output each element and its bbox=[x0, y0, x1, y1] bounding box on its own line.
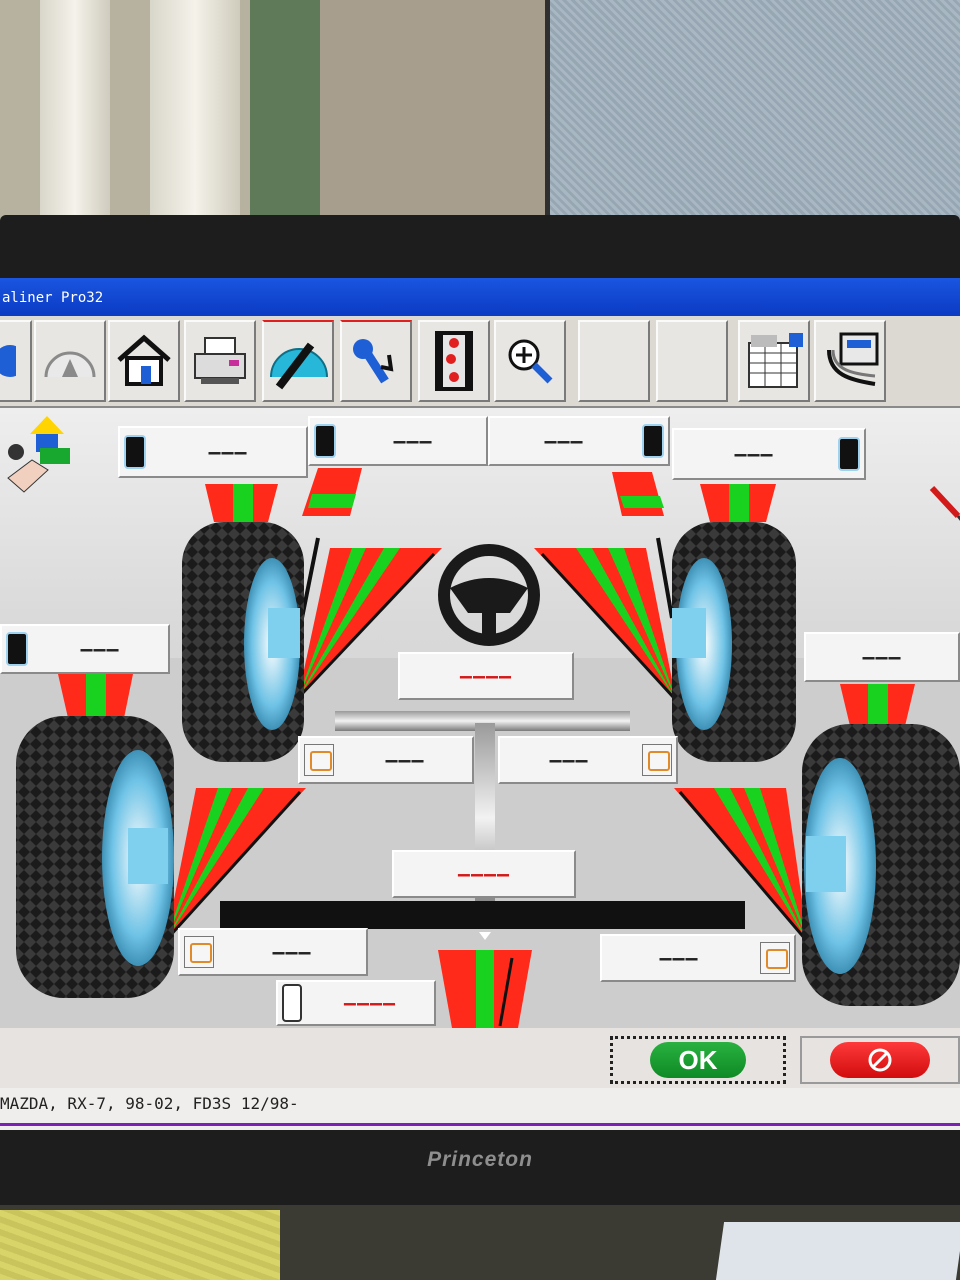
suspension-icon bbox=[184, 936, 214, 968]
ok-button-label: OK bbox=[650, 1042, 746, 1078]
front-left-caster-panel: ——— bbox=[308, 416, 488, 466]
title-bar: aliner Pro32 bbox=[0, 278, 960, 316]
window bbox=[550, 0, 960, 230]
rear-total-toe-value: ———— bbox=[457, 862, 511, 886]
help-icon bbox=[0, 345, 16, 377]
alignment-diagram bbox=[0, 416, 960, 1028]
suspension-icon bbox=[760, 942, 790, 974]
vehicle-icon bbox=[282, 984, 302, 1022]
gauge-icon bbox=[44, 351, 96, 378]
window-title: aliner Pro32 bbox=[2, 290, 104, 306]
rear-right-toe-value: ——— bbox=[659, 946, 699, 970]
front-left-toe-panel: ——— bbox=[298, 736, 474, 784]
suspension-icon bbox=[642, 744, 672, 776]
front-right-camber-panel: ——— bbox=[672, 428, 866, 480]
front-right-wheel-icon bbox=[672, 522, 796, 762]
front-right-camber-gauge bbox=[700, 484, 776, 522]
protractor-icon bbox=[270, 342, 328, 390]
film-icon bbox=[435, 331, 473, 391]
paper bbox=[715, 1222, 960, 1280]
rear-axle bbox=[220, 901, 745, 929]
angle-button[interactable] bbox=[262, 320, 334, 402]
front-left-camber-value: ——— bbox=[208, 440, 248, 464]
cancel-pill bbox=[830, 1042, 930, 1078]
home-button[interactable] bbox=[108, 320, 180, 402]
gauge-button[interactable] bbox=[34, 320, 106, 402]
printer-icon bbox=[194, 337, 246, 384]
rear-total-toe-panel: ———— bbox=[392, 850, 576, 898]
rear-left-camber-panel: ——— bbox=[0, 624, 170, 674]
rear-left-toe-panel: ——— bbox=[178, 928, 368, 976]
sensor-cable-icon bbox=[827, 332, 879, 386]
green-post bbox=[250, 0, 320, 230]
screwdriver-icon bbox=[929, 485, 960, 521]
screen: aliner Pro32 ——— ——— ——— ——— ——— ——— ———… bbox=[0, 278, 960, 1130]
steering-wheel-icon bbox=[438, 544, 540, 646]
front-left-camber-gauge bbox=[205, 484, 278, 522]
lift-vehicle-icon bbox=[7, 416, 70, 493]
front-right-toe-panel: ——— bbox=[498, 736, 678, 784]
front-left-camber-panel: ——— bbox=[118, 426, 308, 478]
status-bar: MAZDA, RX-7, 98-02, FD3S 12/98- bbox=[0, 1088, 960, 1130]
rear-left-camber-gauge bbox=[58, 674, 133, 718]
thrust-angle-value: ———— bbox=[343, 991, 397, 1015]
home-icon bbox=[117, 334, 171, 386]
spreadsheet-icon bbox=[748, 333, 803, 388]
data-sheet-button[interactable] bbox=[738, 320, 810, 402]
towel bbox=[0, 1210, 280, 1280]
rear-right-toe-panel: ——— bbox=[600, 934, 796, 982]
rear-right-camber-value: ——— bbox=[862, 645, 902, 669]
zoom-button[interactable] bbox=[494, 320, 566, 402]
pipe bbox=[40, 0, 110, 230]
adjust-button[interactable] bbox=[340, 320, 412, 402]
front-steering-panel: ———— bbox=[398, 652, 574, 700]
suspension-icon bbox=[304, 744, 334, 776]
toolbar bbox=[0, 316, 960, 408]
video-button[interactable] bbox=[418, 320, 490, 402]
rear-left-camber-value: ——— bbox=[80, 637, 120, 661]
room-background bbox=[0, 0, 960, 230]
rear-left-wheel-icon bbox=[16, 716, 174, 998]
ok-button[interactable]: OK bbox=[610, 1036, 786, 1084]
thrust-angle-panel: ———— bbox=[276, 980, 436, 1026]
zoom-in-icon bbox=[508, 339, 553, 384]
wheel-icon bbox=[642, 424, 664, 458]
rear-right-camber-gauge bbox=[840, 684, 915, 726]
blank-button[interactable] bbox=[578, 320, 650, 402]
wrench-icon bbox=[353, 339, 394, 384]
blank-button[interactable] bbox=[656, 320, 728, 402]
front-left-wheel-icon bbox=[182, 522, 304, 762]
alignment-view bbox=[0, 408, 960, 1028]
wheel-icon bbox=[124, 435, 146, 469]
cancel-button[interactable] bbox=[800, 1036, 960, 1084]
wheel-icon bbox=[6, 632, 28, 666]
front-left-caster-value: ——— bbox=[393, 429, 433, 453]
rear-right-wheel-icon bbox=[802, 724, 960, 1006]
wheel-icon bbox=[838, 437, 860, 471]
wall bbox=[320, 0, 550, 230]
front-right-camber-value: ——— bbox=[734, 442, 774, 466]
front-right-caster-value: ——— bbox=[544, 429, 584, 453]
cancel-icon bbox=[868, 1048, 892, 1072]
wheel-icon bbox=[314, 424, 336, 458]
rear-left-toe-value: ——— bbox=[272, 940, 312, 964]
pipe bbox=[150, 0, 240, 230]
front-left-toe-value: ——— bbox=[385, 748, 425, 772]
front-right-caster-panel: ——— bbox=[488, 416, 670, 466]
status-underline bbox=[0, 1123, 960, 1126]
rear-right-camber-panel: ——— bbox=[804, 632, 960, 682]
monitor-brand: Princeton bbox=[427, 1148, 533, 1171]
sensor-button[interactable] bbox=[814, 320, 886, 402]
front-steering-value: ———— bbox=[459, 664, 513, 688]
print-button[interactable] bbox=[184, 320, 256, 402]
front-right-toe-value: ——— bbox=[549, 748, 589, 772]
vehicle-info: MAZDA, RX-7, 98-02, FD3S 12/98- bbox=[0, 1094, 299, 1113]
help-button[interactable] bbox=[0, 320, 32, 402]
